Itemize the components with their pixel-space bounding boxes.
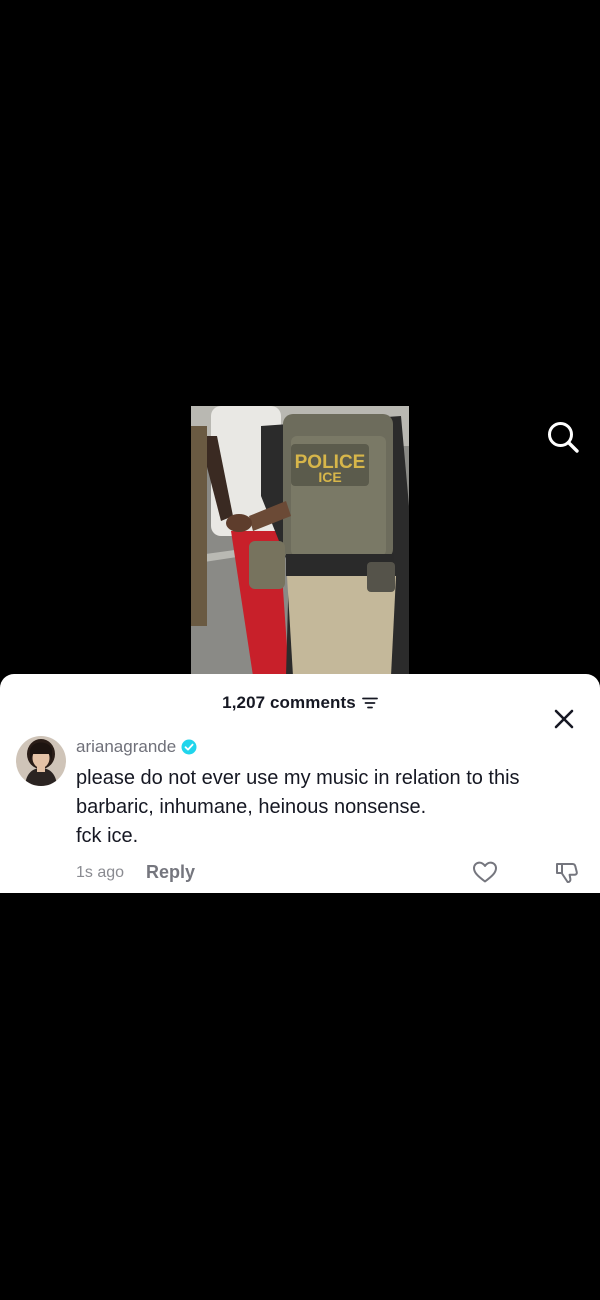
search-icon (548, 422, 579, 453)
comments-header: 1,207 comments (0, 690, 600, 729)
comment-username[interactable]: arianagrande (76, 737, 176, 757)
reply-button[interactable]: Reply (146, 862, 195, 883)
heart-outline-icon (473, 861, 497, 883)
comments-sheet: 1,207 comments arianagrande please do no… (0, 674, 600, 893)
close-icon (554, 709, 574, 729)
close-button[interactable] (552, 707, 576, 731)
verified-badge-icon (181, 739, 197, 755)
comment-meta-row: 1s ago Reply (76, 862, 195, 883)
avatar-image (16, 736, 66, 786)
comment-timestamp: 1s ago (76, 863, 125, 881)
comment-author-row: arianagrande (76, 737, 197, 757)
comment-text-line: please do not ever use my music in relat… (76, 767, 520, 789)
comment-text-line: fck ice. (76, 825, 139, 847)
video-thumbnail[interactable]: POLICE ICE (191, 406, 409, 676)
search-button[interactable] (544, 418, 582, 456)
filter-icon (361, 697, 378, 709)
comment-text: please do not ever use my music in relat… (76, 764, 576, 851)
comment-count: 1,207 comments (222, 693, 356, 712)
comments-sort-toggle[interactable]: 1,207 comments (222, 693, 378, 713)
vest-text-ice: ICE (318, 469, 341, 485)
thumbs-down-icon (556, 863, 578, 883)
video-frame-illustration: POLICE ICE (191, 406, 409, 676)
comment-text-line: barbaric, inhumane, heinous nonsense. (76, 796, 427, 818)
like-button[interactable] (472, 860, 498, 884)
avatar[interactable] (16, 736, 66, 786)
dislike-button[interactable] (554, 859, 580, 885)
